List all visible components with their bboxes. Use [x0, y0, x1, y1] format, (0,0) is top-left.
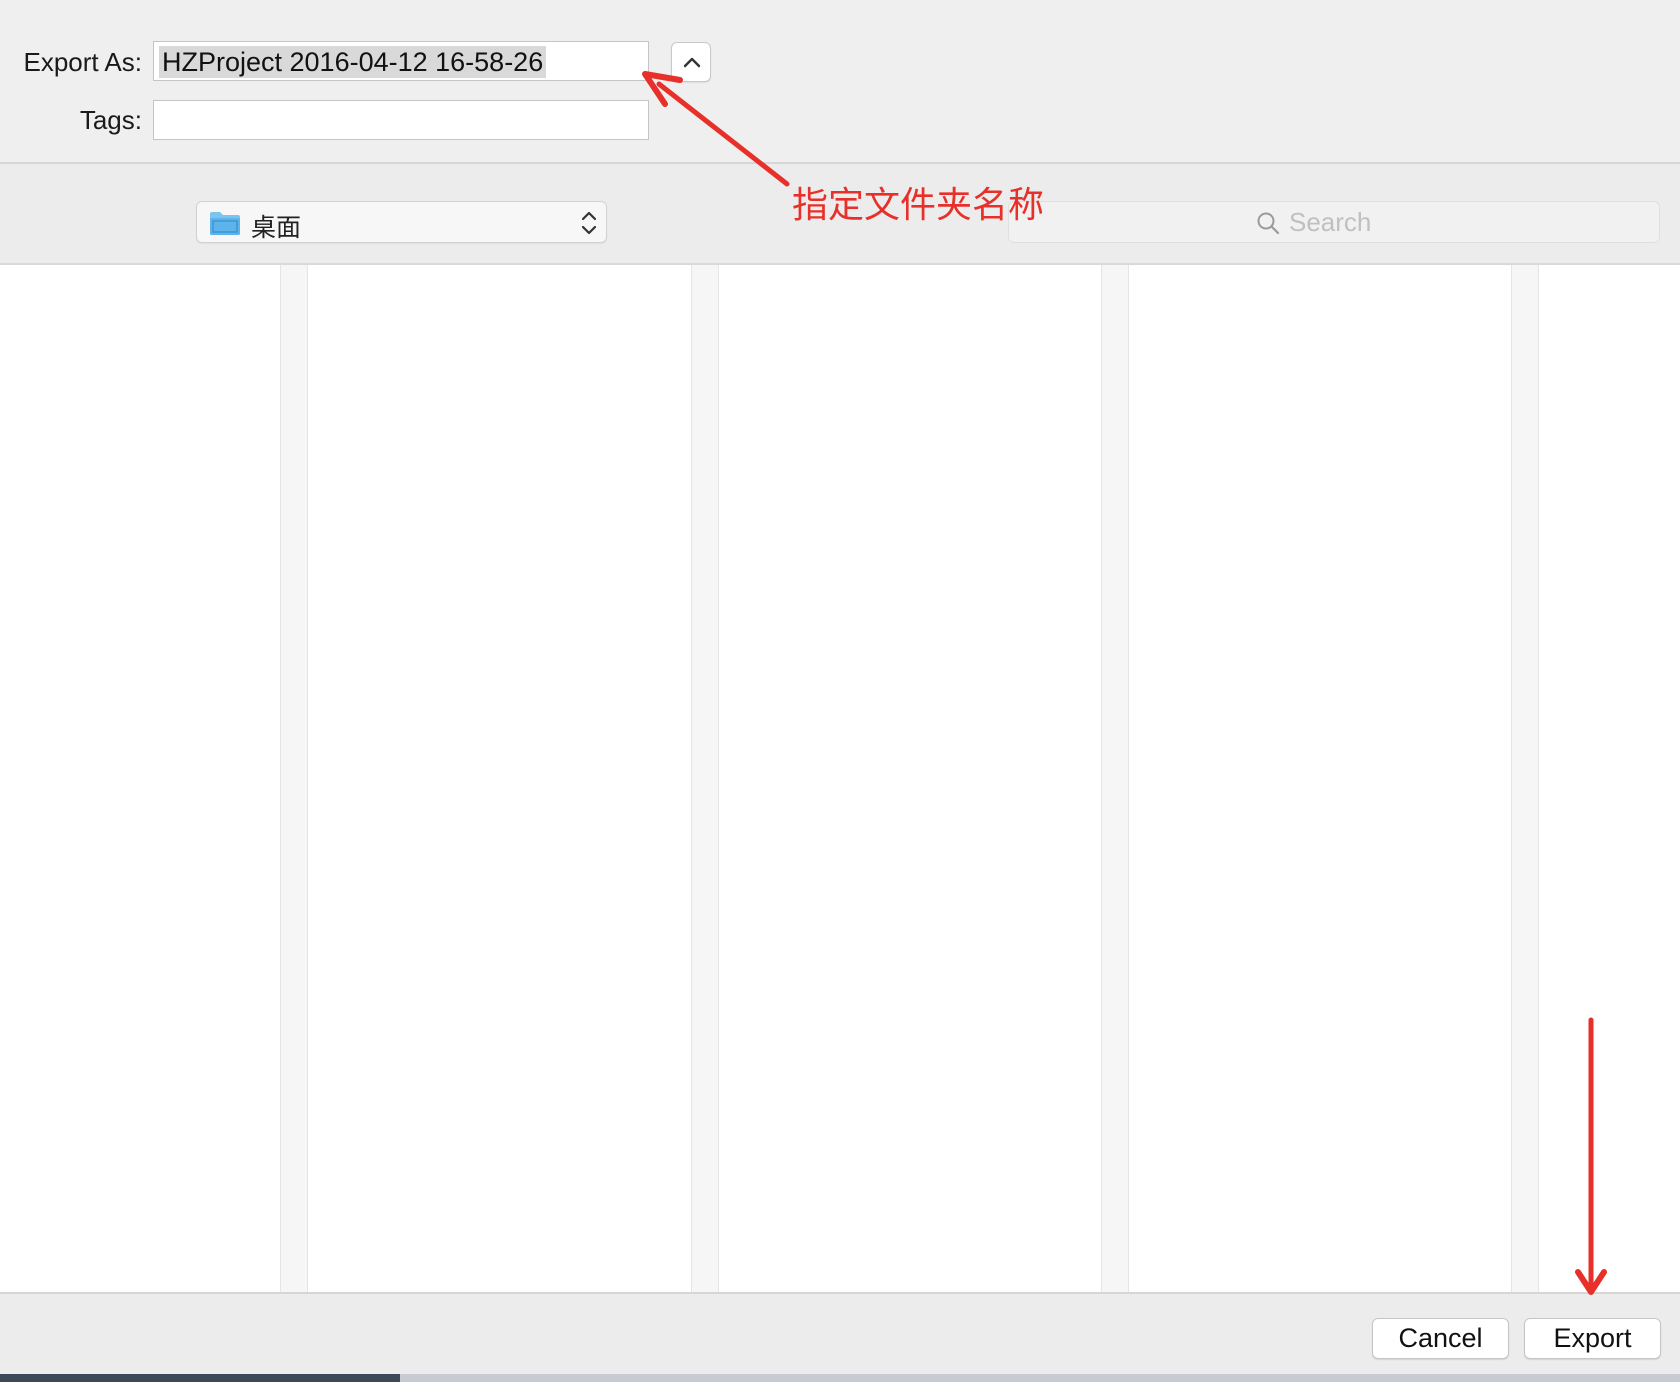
chevron-updown-icon [581, 211, 597, 235]
tags-label: Tags: [79, 105, 142, 135]
search-field[interactable] [1008, 201, 1660, 243]
browser-column[interactable] [1539, 265, 1680, 1292]
browser-column[interactable] [719, 265, 1101, 1292]
export-form: Export As: HZProject 2016-04-12 16-58-26… [0, 0, 1680, 164]
folder-name: 桌面 [251, 214, 302, 242]
folder-icon [210, 212, 240, 235]
tags-field[interactable] [153, 100, 649, 140]
column-resize-handle[interactable] [1511, 265, 1539, 1292]
export-as-field[interactable]: HZProject 2016-04-12 16-58-26 [153, 41, 649, 81]
browser-column[interactable] [1129, 265, 1511, 1292]
folder-popup[interactable]: 桌面 [196, 201, 607, 243]
export-as-label: Export As: [23, 47, 143, 77]
export-button[interactable]: Export [1524, 1318, 1661, 1359]
cancel-button[interactable]: Cancel [1372, 1318, 1509, 1359]
column-browser[interactable] [0, 265, 1680, 1292]
collapse-button[interactable] [671, 42, 711, 82]
background-strip-dark [0, 1374, 400, 1382]
location-bar: 桌面 [0, 164, 1680, 265]
chevron-up-icon [683, 57, 701, 68]
column-resize-handle[interactable] [1101, 265, 1129, 1292]
browser-column[interactable] [308, 265, 691, 1292]
search-icon [1257, 212, 1280, 235]
browser-column[interactable] [0, 265, 280, 1292]
export-dialog: Export As: HZProject 2016-04-12 16-58-26… [0, 0, 1680, 1382]
export-as-value[interactable]: HZProject 2016-04-12 16-58-26 [159, 46, 547, 78]
column-resize-handle[interactable] [280, 265, 308, 1292]
column-resize-handle[interactable] [691, 265, 719, 1292]
button-bar: Cancel Export [0, 1292, 1680, 1376]
search-input[interactable] [1289, 207, 1589, 237]
